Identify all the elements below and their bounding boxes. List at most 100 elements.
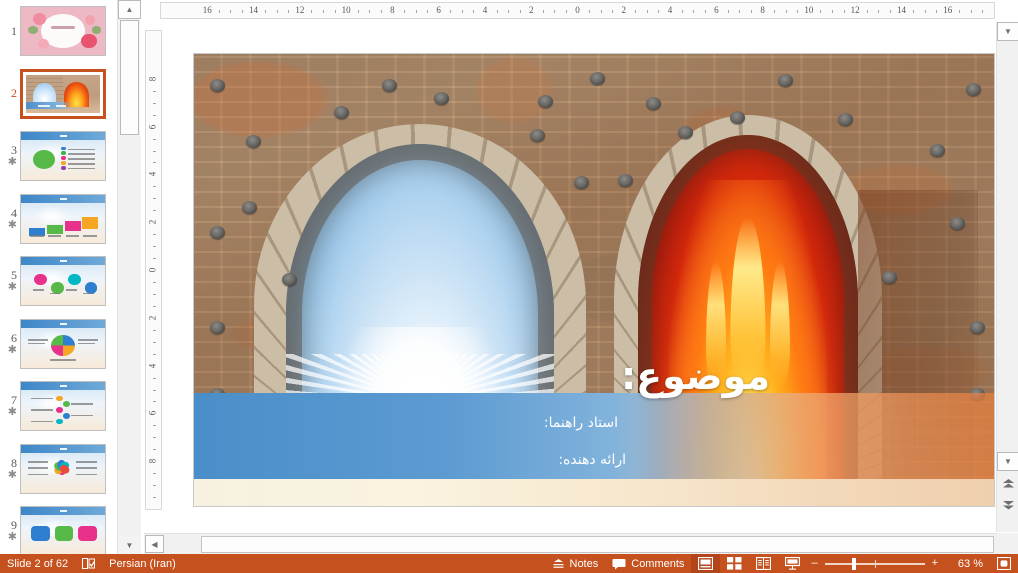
ruler-tick bbox=[153, 139, 156, 140]
thumbnail-image[interactable] bbox=[20, 444, 106, 494]
horizontal-scroll-thumb[interactable] bbox=[201, 536, 994, 553]
language-indicator[interactable]: Persian (Iran) bbox=[102, 554, 183, 573]
thumbnail-image[interactable] bbox=[20, 256, 106, 306]
animation-star-icon[interactable]: ✱ bbox=[8, 345, 17, 356]
scroll-down-icon[interactable]: ▼ bbox=[997, 452, 1018, 471]
wall-stud-icon bbox=[618, 174, 633, 187]
thumbnail-image[interactable] bbox=[20, 194, 106, 244]
slide-thumbnail-4[interactable]: 4✱ bbox=[0, 188, 117, 251]
zoom-slider-thumb[interactable] bbox=[852, 558, 856, 570]
slide-thumbnail-8[interactable]: 8✱ bbox=[0, 438, 117, 501]
normal-view-button[interactable] bbox=[691, 554, 720, 573]
ruler-tick bbox=[153, 115, 156, 116]
thumbnail-content bbox=[26, 75, 100, 113]
ruler-tick bbox=[381, 10, 382, 13]
thumbnail-image[interactable] bbox=[20, 69, 106, 119]
zoom-slider[interactable]: – + bbox=[807, 554, 942, 573]
vertical-ruler[interactable]: 864202468 bbox=[145, 30, 162, 510]
ruler-tick bbox=[427, 10, 428, 13]
thumbnail-number-column: 3✱ bbox=[0, 144, 20, 168]
comment-icon bbox=[612, 558, 626, 570]
animation-star-icon[interactable]: ✱ bbox=[8, 407, 17, 418]
slide-sorter-button[interactable] bbox=[720, 554, 749, 573]
ruler-tick bbox=[554, 10, 555, 13]
scroll-left-icon[interactable]: ◀ bbox=[145, 535, 164, 553]
ruler-label: 2 bbox=[529, 5, 534, 15]
thumbnail-scroll-down-icon[interactable]: ▼ bbox=[118, 536, 141, 555]
ruler-label: 6 bbox=[147, 124, 157, 129]
thumbnail-content bbox=[21, 507, 105, 555]
normal-view-icon bbox=[698, 557, 713, 570]
ruler-tick bbox=[682, 10, 683, 13]
thumbnail-content bbox=[21, 320, 105, 368]
zoom-out-button[interactable]: – bbox=[811, 558, 817, 569]
slide-horizontal-scrollbar[interactable]: ◀ bbox=[144, 533, 996, 554]
animation-star-icon[interactable]: ✱ bbox=[8, 470, 17, 481]
zoom-slider-track[interactable] bbox=[825, 563, 925, 565]
slide-counter[interactable]: Slide 2 of 62 bbox=[0, 554, 75, 573]
presenter-label-text[interactable]: ارائه دهنده: bbox=[558, 452, 626, 468]
thumbnail-image[interactable] bbox=[20, 506, 106, 555]
zoom-in-button[interactable]: + bbox=[932, 558, 938, 569]
slide-show-button[interactable] bbox=[778, 554, 807, 573]
animation-star-icon[interactable]: ✱ bbox=[8, 282, 17, 293]
wall-stud-icon bbox=[950, 217, 965, 230]
ruler-tick bbox=[323, 10, 324, 13]
fit-slide-button[interactable] bbox=[990, 554, 1018, 573]
zoom-level[interactable]: 63 % bbox=[942, 554, 990, 573]
ruler-tick bbox=[358, 10, 359, 13]
title-band-warm-overlay bbox=[610, 393, 994, 479]
wall-stud-icon bbox=[210, 226, 225, 239]
thumbnail-image[interactable] bbox=[20, 381, 106, 431]
slide-thumbnail-9[interactable]: 9✱ bbox=[0, 500, 117, 555]
scroll-up-icon[interactable]: ▼ bbox=[997, 22, 1018, 41]
slide-vertical-scrollbar[interactable]: ▼ ▼ bbox=[996, 22, 1018, 532]
ruler-tick bbox=[508, 10, 509, 13]
ruler-tick bbox=[311, 10, 312, 13]
animation-star-icon[interactable]: ✱ bbox=[8, 220, 17, 231]
thumbnail-scroll-up-icon[interactable]: ▲ bbox=[118, 0, 141, 19]
proofing-status-button[interactable] bbox=[75, 554, 102, 573]
animation-star-icon[interactable]: ✱ bbox=[8, 532, 17, 543]
slide-title-text[interactable]: موضوع: bbox=[621, 354, 770, 398]
slide-thumbnail-3[interactable]: 3✱ bbox=[0, 125, 117, 188]
thumbnail-image[interactable] bbox=[20, 131, 106, 181]
slide-thumbnail-pane[interactable]: 1 2 3✱ 4✱5✱ 6✱ 7✱8✱9✱ bbox=[0, 0, 117, 555]
reading-view-button[interactable] bbox=[749, 554, 778, 573]
previous-slide-button[interactable] bbox=[997, 474, 1018, 493]
horizontal-ruler[interactable]: 1614121086420246810121416 bbox=[160, 2, 995, 19]
slide-thumbnail-7[interactable]: 7✱ bbox=[0, 375, 117, 438]
notes-button[interactable]: Notes bbox=[545, 554, 606, 573]
slide-canvas-area[interactable]: موضوع: استاد راهنما: ارائه دهنده: bbox=[163, 22, 995, 532]
next-slide-icon bbox=[1003, 501, 1014, 510]
thumbnail-image[interactable] bbox=[20, 319, 106, 369]
thumbnail-image[interactable] bbox=[20, 6, 106, 56]
thumbnail-scroll-track[interactable] bbox=[118, 136, 141, 536]
animation-star-icon[interactable]: ✱ bbox=[8, 157, 17, 168]
zoom-slider-midpoint bbox=[875, 560, 876, 568]
thumbnail-scroll-thumb[interactable] bbox=[120, 20, 139, 135]
ruler-tick bbox=[890, 10, 891, 13]
ruler-tick bbox=[242, 10, 243, 13]
thumbnail-number: 1 bbox=[11, 25, 17, 38]
slide-thumbnail-2[interactable]: 2 bbox=[0, 63, 117, 126]
ruler-tick bbox=[153, 425, 156, 426]
supervisor-label-text[interactable]: استاد راهنما: bbox=[544, 415, 618, 431]
ruler-tick bbox=[601, 10, 602, 13]
ruler-label: 2 bbox=[622, 5, 627, 15]
thumbnail-scrollbar[interactable]: ▲ ▼ bbox=[117, 0, 140, 555]
slide-thumbnail-6[interactable]: 6✱ bbox=[0, 313, 117, 376]
next-slide-button[interactable] bbox=[997, 496, 1018, 515]
slide-thumbnail-1[interactable]: 1 bbox=[0, 0, 117, 63]
ruler-tick bbox=[589, 10, 590, 13]
thumbnail-number-column: 6✱ bbox=[0, 332, 20, 356]
slide-editing-surface[interactable]: موضوع: استاد راهنما: ارائه دهنده: bbox=[193, 53, 995, 507]
ruler-label: 4 bbox=[147, 363, 157, 368]
ruler-label: 8 bbox=[147, 77, 157, 82]
slide-thumbnail-5[interactable]: 5✱ bbox=[0, 250, 117, 313]
ruler-tick bbox=[878, 10, 879, 13]
comments-button[interactable]: Comments bbox=[605, 554, 691, 573]
slide-sorter-icon bbox=[727, 557, 742, 570]
ruler-tick bbox=[277, 10, 278, 13]
ruler-label: 14 bbox=[897, 5, 906, 15]
